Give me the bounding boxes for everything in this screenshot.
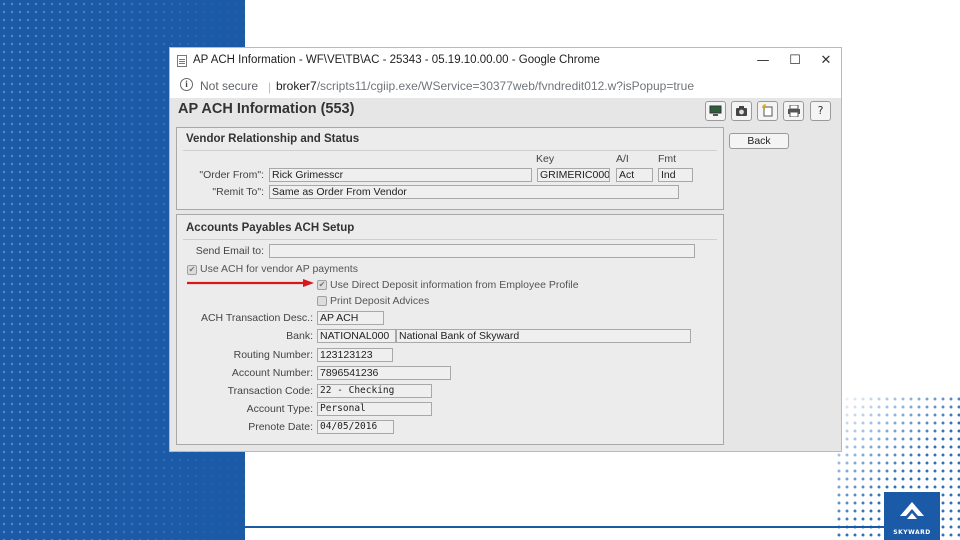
not-secure-label[interactable]: Not secure [200, 79, 258, 93]
print-deposit-advices-checkbox[interactable] [317, 296, 327, 306]
monitor-icon[interactable] [705, 101, 726, 121]
page-content: AP ACH Information (553) ? Back Vendor R… [170, 98, 841, 451]
send-email-field[interactable] [269, 244, 695, 258]
bank-code-field[interactable]: NATIONAL000 [317, 329, 396, 343]
use-ach-checkbox[interactable]: ✔ [187, 265, 197, 275]
transaction-desc-label: ACH Transaction Desc.: [200, 312, 313, 324]
key-column-header: Key [536, 153, 555, 165]
ai-column-header: A/I [616, 153, 629, 165]
prenote-date-field[interactable]: 04/05/2016 [317, 420, 394, 434]
ach-setup-panel: Accounts Payables ACH Setup Send Email t… [176, 214, 724, 445]
order-from-name-field[interactable]: Rick Grimesscr [269, 168, 532, 182]
address-separator: | [268, 80, 272, 94]
use-direct-deposit-checkbox[interactable]: ✔ [317, 280, 327, 290]
account-number-label: Account Number: [231, 367, 313, 379]
help-icon[interactable]: ? [810, 101, 831, 121]
print-icon[interactable] [783, 101, 804, 121]
skyward-logo-text: SKYWARD [893, 529, 931, 536]
url-text[interactable]: broker7/scripts11/cgiip.exe/WService=303… [276, 79, 694, 93]
print-deposit-advices-label: Print Deposit Advices [330, 295, 430, 307]
window-title: AP ACH Information - WF\VE\TB\AC - 25343… [193, 54, 600, 66]
send-email-label: Send Email to: [195, 245, 264, 257]
use-ach-label: Use ACH for vendor AP payments [200, 263, 358, 275]
ach-section-title: Accounts Payables ACH Setup [186, 222, 355, 234]
url-path: /scripts11/cgiip.exe/WService=30377web/f… [316, 79, 695, 93]
annotation-arrow-icon [187, 279, 314, 287]
vendor-section-title: Vendor Relationship and Status [186, 133, 360, 145]
back-button[interactable]: Back [729, 133, 789, 149]
prenote-date-label: Prenote Date: [248, 421, 313, 433]
skyward-logo: SKYWARD [884, 492, 940, 540]
close-button[interactable]: ✕ [811, 51, 841, 71]
window-titlebar[interactable]: AP ACH Information - WF\VE\TB\AC - 25343… [170, 48, 841, 74]
order-from-fmt-field[interactable]: Ind [658, 168, 693, 182]
camera-icon[interactable] [731, 101, 752, 121]
vendor-section-divider [183, 150, 717, 151]
remit-to-field[interactable]: Same as Order From Vendor [269, 185, 679, 199]
routing-number-field[interactable]: 123123123 [317, 348, 393, 362]
new-document-icon[interactable] [757, 101, 778, 121]
skyward-logo-icon [900, 502, 924, 519]
routing-number-label: Routing Number: [233, 349, 313, 361]
account-number-field[interactable]: 7896541236 [317, 366, 451, 380]
page-title: AP ACH Information (553) [178, 101, 355, 117]
fmt-column-header: Fmt [658, 153, 677, 165]
order-from-label: "Order From": [199, 169, 264, 181]
ach-section-divider [183, 239, 717, 240]
transaction-code-label: Transaction Code: [227, 385, 313, 397]
transaction-desc-field[interactable]: AP ACH [317, 311, 384, 325]
minimize-button[interactable]: — [748, 51, 778, 71]
use-direct-deposit-label: Use Direct Deposit information from Empl… [330, 279, 579, 291]
vendor-relationship-panel: Vendor Relationship and Status Key A/I F… [176, 127, 724, 210]
page-icon [177, 55, 187, 67]
remit-to-label: "Remit To": [212, 186, 264, 198]
bank-name-field: National Bank of Skyward [396, 329, 691, 343]
url-host: broker7 [276, 79, 317, 93]
account-type-label: Account Type: [246, 403, 313, 415]
account-type-select[interactable]: Personal [317, 402, 432, 416]
order-from-ai-field[interactable]: Act [616, 168, 653, 182]
transaction-code-select[interactable]: 22 - Checking [317, 384, 432, 398]
bank-label: Bank: [286, 330, 313, 342]
address-bar[interactable]: i Not secure | broker7/scripts11/cgiip.e… [170, 74, 841, 98]
slide-bottom-line [245, 526, 885, 528]
browser-popup-window: AP ACH Information - WF\VE\TB\AC - 25343… [169, 47, 842, 452]
maximize-button[interactable]: ☐ [780, 51, 810, 71]
order-from-key-field[interactable]: GRIMERIC000 [537, 168, 610, 182]
info-icon[interactable]: i [180, 78, 193, 91]
